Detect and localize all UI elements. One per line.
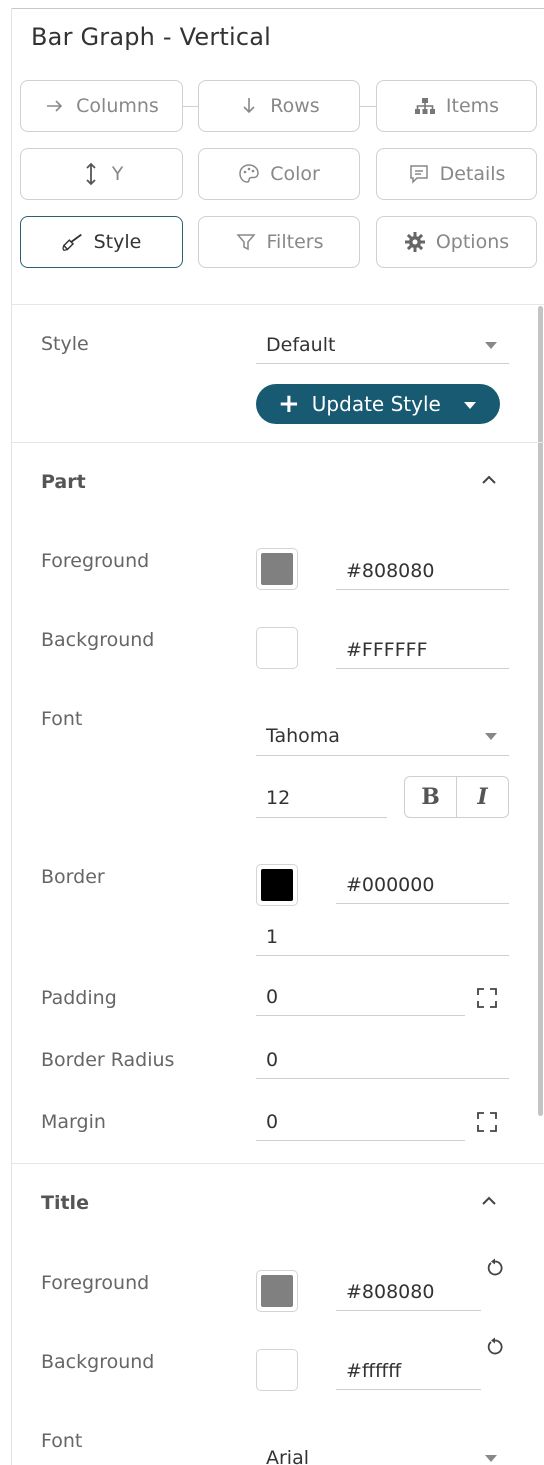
dropdown-caret-icon	[464, 402, 476, 409]
part-font-size-value: 12	[266, 786, 291, 809]
details-label: Details	[439, 163, 506, 185]
part-background-label: Background	[41, 629, 155, 651]
details-button[interactable]: Details	[376, 148, 537, 200]
part-border-width-input[interactable]: 1	[256, 918, 509, 956]
divider	[12, 304, 544, 305]
options-label: Options	[435, 231, 510, 253]
part-margin-input[interactable]: 0	[256, 1103, 465, 1141]
title-foreground-label: Foreground	[41, 1272, 150, 1294]
part-section-title: Part	[41, 471, 86, 493]
style-button[interactable]: Style	[20, 216, 183, 268]
update-style-label: Update Style	[311, 392, 441, 416]
part-foreground-label: Foreground	[41, 550, 150, 572]
caret-down-icon	[485, 732, 497, 740]
part-font-select[interactable]: Tahoma	[256, 716, 509, 756]
part-font-value: Tahoma	[266, 724, 340, 747]
title-foreground-input[interactable]: #808080	[336, 1273, 481, 1311]
part-foreground-input[interactable]: #808080	[336, 552, 509, 590]
y-label: Y	[111, 163, 124, 185]
columns-label: Columns	[76, 95, 159, 117]
title-foreground-swatch[interactable]	[256, 1270, 298, 1312]
title-font-select[interactable]: Arial	[256, 1438, 509, 1465]
part-background-input[interactable]: #FFFFFF	[336, 631, 509, 669]
palette-icon	[238, 163, 260, 185]
rows-button[interactable]: Rows	[198, 80, 360, 132]
expand-corners-icon[interactable]	[476, 987, 498, 1009]
part-radius-input[interactable]: 0	[256, 1041, 509, 1079]
title-font-label: Font	[41, 1430, 83, 1452]
arrow-right-icon	[44, 95, 66, 117]
part-border-input[interactable]: #000000	[336, 866, 509, 904]
left-border	[11, 8, 12, 1465]
bold-italic-group: B I	[404, 776, 509, 818]
brush-icon	[62, 231, 84, 253]
title-background-label: Background	[41, 1351, 155, 1373]
reset-icon[interactable]	[485, 1337, 505, 1357]
gear-icon	[404, 231, 426, 253]
filter-icon	[235, 231, 257, 253]
rows-label: Rows	[270, 95, 320, 117]
columns-button[interactable]: Columns	[20, 80, 183, 132]
part-border-value: #000000	[346, 873, 435, 896]
title-background-value: #ffffff	[346, 1359, 402, 1382]
top-border	[12, 8, 544, 9]
title-background-swatch[interactable]	[256, 1349, 298, 1391]
title-background-input[interactable]: #ffffff	[336, 1352, 481, 1390]
part-padding-label: Padding	[41, 987, 117, 1009]
color-label: Color	[270, 163, 320, 185]
y-button[interactable]: Y	[20, 148, 183, 200]
caret-down-icon	[485, 341, 497, 349]
bold-button[interactable]: B	[405, 777, 457, 817]
items-button[interactable]: Items	[376, 80, 537, 132]
part-radius-value: 0	[266, 1048, 279, 1071]
part-background-value: #FFFFFF	[346, 638, 428, 661]
part-background-swatch[interactable]	[256, 627, 298, 669]
part-margin-label: Margin	[41, 1111, 106, 1133]
filters-button[interactable]: Filters	[198, 216, 360, 268]
options-button[interactable]: Options	[376, 216, 537, 268]
vertical-arrows-icon	[80, 162, 102, 186]
part-margin-value: 0	[266, 1110, 279, 1133]
hierarchy-icon	[414, 95, 436, 117]
part-border-label: Border	[41, 866, 105, 888]
filters-label: Filters	[266, 231, 324, 253]
panel-title: Bar Graph - Vertical	[31, 23, 272, 51]
update-style-button[interactable]: + Update Style	[256, 384, 500, 424]
style-select[interactable]: Default	[256, 326, 509, 364]
part-font-size-input[interactable]: 12	[256, 778, 387, 818]
plus-icon: +	[278, 389, 300, 419]
comment-icon	[408, 163, 430, 185]
scrollbar[interactable]	[538, 306, 543, 1116]
style-select-value: Default	[266, 333, 336, 356]
style-label: Style	[93, 231, 142, 253]
part-border-swatch[interactable]	[256, 864, 298, 906]
chevron-up-icon[interactable]	[479, 1191, 499, 1211]
part-radius-label: Border Radius	[41, 1049, 175, 1071]
title-section-title: Title	[41, 1192, 89, 1214]
color-button[interactable]: Color	[198, 148, 360, 200]
part-font-label: Font	[41, 708, 83, 730]
part-border-width-value: 1	[266, 925, 279, 948]
connector-line	[183, 106, 198, 107]
part-padding-input[interactable]: 0	[256, 978, 465, 1016]
reset-icon[interactable]	[485, 1258, 505, 1278]
divider	[12, 442, 544, 443]
items-label: Items	[445, 95, 500, 117]
connector-line	[360, 106, 376, 107]
divider	[12, 1163, 544, 1164]
part-foreground-swatch[interactable]	[256, 548, 298, 590]
italic-button[interactable]: I	[457, 777, 508, 817]
part-foreground-value: #808080	[346, 559, 435, 582]
title-foreground-value: #808080	[346, 1280, 435, 1303]
arrow-down-icon	[238, 95, 260, 117]
style-row-label: Style	[41, 333, 89, 355]
chevron-up-icon[interactable]	[479, 470, 499, 490]
title-font-value: Arial	[266, 1446, 310, 1465]
caret-down-icon	[485, 1454, 497, 1462]
part-padding-value: 0	[266, 985, 279, 1008]
expand-corners-icon[interactable]	[476, 1111, 498, 1133]
